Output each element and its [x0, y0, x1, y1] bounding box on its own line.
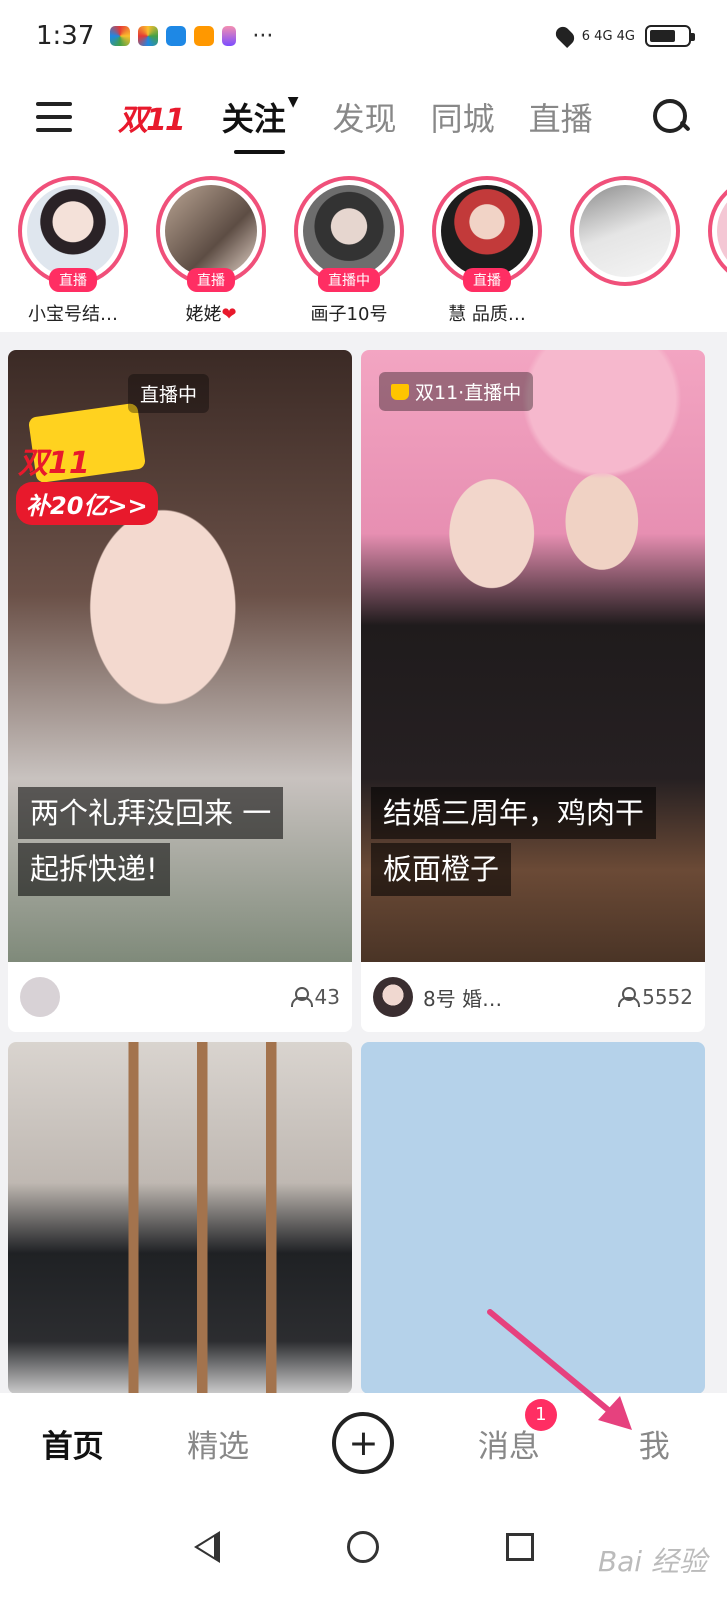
story-ring: 直播中	[294, 176, 404, 292]
avatar[interactable]	[20, 977, 60, 1017]
avatar[interactable]	[373, 977, 413, 1017]
card-footer: 43	[8, 962, 352, 1032]
app-icon	[110, 26, 131, 46]
story-ring: 直播	[156, 176, 266, 292]
back-icon[interactable]	[193, 1530, 220, 1563]
story-name: 画子10号	[310, 304, 388, 325]
caption-line: 结婚三周年，鸡肉干	[371, 786, 657, 840]
tab-discover[interactable]: 发现	[333, 94, 397, 140]
app-logo[interactable]: 双11	[118, 95, 186, 139]
tab-following[interactable]: 关注 ▼	[222, 94, 299, 154]
nav-home[interactable]: 首页	[13, 1421, 133, 1466]
live-badge: 直播	[187, 268, 235, 292]
person-icon	[618, 987, 641, 1007]
story-item[interactable]	[568, 162, 682, 332]
top-nav: 双11 关注 ▼ 发现 同城 直播	[0, 72, 727, 162]
app-icon	[222, 26, 237, 46]
story-ring: 直播	[432, 176, 542, 292]
menu-icon[interactable]	[36, 102, 72, 132]
status-bar: 1:37 ··· 6 4G 4G	[0, 0, 727, 72]
story-ring	[708, 176, 727, 286]
tab-nearby[interactable]: 同城	[431, 94, 495, 140]
promo-label: 补20亿>>	[16, 482, 158, 525]
avatar	[303, 185, 395, 277]
live-badge: 直播中	[128, 374, 210, 413]
plus-icon: +	[332, 1412, 395, 1474]
status-app-icons: ···	[110, 24, 273, 49]
caption-line: 起拆快递!	[18, 843, 170, 896]
live-stories: 直播 小宝号结… 直播 姥姥❤ 直播中 画子10号 直播 慧 品质… 文	[0, 162, 727, 332]
viewer-count: 5552	[618, 985, 693, 1009]
story-item[interactable]: 直播 姥姥❤	[154, 162, 268, 332]
signal-indicators: 6 4G 4G	[581, 28, 635, 44]
author-name[interactable]: 8号 婚…	[423, 983, 608, 1012]
card-footer: 8号 婚… 5552	[361, 962, 705, 1032]
nav-create[interactable]: +	[303, 1412, 423, 1474]
tab-live[interactable]: 直播	[529, 94, 593, 140]
feed-card[interactable]: 双11 补20亿>> 直播中 两个礼拜没回来 一 起拆快递! 43	[8, 350, 352, 1032]
live-badge: 直播中	[318, 268, 380, 292]
app-icon	[138, 26, 159, 46]
heart-icon: ❤	[221, 304, 237, 325]
nav-messages[interactable]: 消息 1	[449, 1398, 569, 1466]
story-ring	[570, 176, 680, 286]
feed-card[interactable]: 双11·直播中 结婚三周年，鸡肉干 板面橙子 8号 婚… 5552	[361, 350, 705, 1032]
cloud-app-icon	[166, 26, 187, 46]
card-cover-image	[8, 1042, 352, 1394]
live-badge: 直播	[463, 268, 511, 292]
system-nav-bar: Bai 经验	[0, 1493, 727, 1600]
bottom-nav: 首页 精选 + 消息 1 我	[0, 1393, 727, 1493]
caption-line: 板面橙子	[371, 843, 512, 896]
avatar	[717, 185, 727, 277]
card-cover-image: 双11·直播中 结婚三周年，鸡肉干 板面橙子	[361, 350, 705, 962]
status-time: 1:37	[36, 21, 95, 51]
app-icon	[194, 26, 215, 46]
status-more-icon: ···	[252, 23, 274, 49]
unread-badge: 1	[524, 1398, 557, 1431]
search-icon[interactable]	[651, 97, 691, 137]
card-caption: 结婚三周年，鸡肉干 板面橙子	[371, 783, 695, 896]
location-icon	[552, 23, 577, 49]
watermark: Bai 经验	[597, 1545, 707, 1578]
feed-card[interactable]	[8, 1042, 352, 1394]
avatar	[441, 185, 533, 277]
card-cover-image: 双11 补20亿>> 直播中 两个礼拜没回来 一 起拆快递!	[8, 350, 352, 962]
avatar	[27, 185, 119, 277]
avatar	[579, 185, 671, 277]
top-tabs: 关注 ▼ 发现 同城 直播	[222, 94, 593, 154]
status-indicators: 6 4G 4G	[552, 23, 695, 49]
story-name: 慧 品质…	[448, 304, 526, 325]
live-badge: 双11·直播中	[379, 372, 534, 411]
viewer-count: 43	[290, 985, 340, 1009]
nav-featured[interactable]: 精选	[158, 1421, 278, 1466]
avatar	[165, 185, 257, 277]
story-name: 小宝号结…	[28, 304, 118, 325]
home-icon[interactable]	[346, 1530, 379, 1563]
story-ring: 直播	[18, 176, 128, 292]
story-item[interactable]: 直播中 画子10号	[292, 162, 406, 332]
cart-icon	[391, 383, 409, 400]
story-item[interactable]: 文	[706, 162, 727, 332]
caption-line: 两个礼拜没回来 一	[18, 786, 284, 840]
nav-me[interactable]: 我	[594, 1421, 714, 1466]
card-caption: 两个礼拜没回来 一 起拆快递!	[18, 783, 342, 896]
live-badge: 直播	[49, 268, 97, 292]
story-name: 姥姥❤	[185, 304, 237, 325]
story-item[interactable]: 直播 慧 品质…	[430, 162, 544, 332]
battery-icon	[645, 25, 695, 47]
promo-sticker: 双11 补20亿>>	[12, 402, 162, 525]
caret-down-icon: ▼	[287, 94, 299, 110]
story-item[interactable]: 直播 小宝号结…	[16, 162, 130, 332]
promo-title: 双11	[18, 446, 90, 481]
recents-icon[interactable]	[505, 1532, 534, 1561]
feed-card[interactable]	[361, 1042, 705, 1394]
person-icon	[290, 987, 313, 1007]
